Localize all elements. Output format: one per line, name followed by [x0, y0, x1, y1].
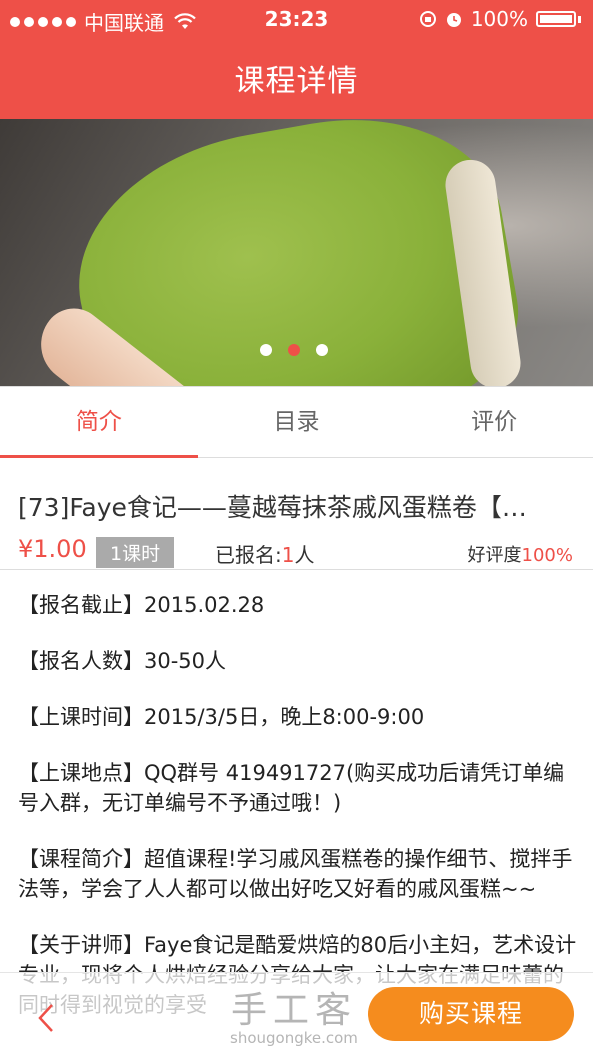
- status-right: 100%: [419, 7, 581, 31]
- bottom-bar: 手工客 shougongke.com 购买课程: [0, 972, 593, 1054]
- rotation-lock-icon: [419, 11, 436, 27]
- carousel-dot[interactable]: [316, 344, 328, 356]
- course-price: ¥1.00: [18, 535, 87, 563]
- buy-course-button[interactable]: 购买课程: [368, 987, 574, 1041]
- carousel-dot[interactable]: [260, 344, 272, 356]
- status-bar: 中国联通 23:23 100%: [0, 0, 593, 40]
- course-title: [73]Faye食记——蔓越莓抹茶戚风蛋糕卷【…: [18, 493, 527, 522]
- tab-0[interactable]: 简介: [0, 387, 198, 458]
- tab-1[interactable]: 目录: [198, 387, 396, 457]
- detail-item: 【上课时间】2015/3/5日，晚上8:00-9:00: [18, 705, 425, 729]
- detail-item: 【报名人数】30-50人: [18, 649, 227, 673]
- back-icon[interactable]: [36, 1003, 56, 1033]
- battery-icon: [536, 11, 576, 27]
- course-tabs: 简介 目录 评价: [0, 386, 593, 458]
- course-image-carousel[interactable]: [0, 119, 593, 386]
- enrolled-count: 已报名:1人: [215, 543, 315, 567]
- page-title: 课程详情: [234, 64, 359, 99]
- detail-item: 【课程简介】超值课程!学习戚风蛋糕卷的操作细节、搅拌手法等，学会了人人都可以做出…: [18, 847, 573, 901]
- battery-percent: 100%: [470, 7, 528, 31]
- carousel-pager[interactable]: [260, 344, 328, 356]
- course-info: [73]Faye食记——蔓越莓抹茶戚风蛋糕卷【… ¥1.00 1课时 已报名:1…: [0, 458, 593, 570]
- alarm-icon: [446, 13, 461, 27]
- battery-tip: [578, 15, 581, 23]
- watermark: 手工客 shougongke.com: [230, 990, 358, 1047]
- detail-item: 【上课地点】QQ群号 419491727(购买成功后请凭订单编号入群，无订单编号…: [18, 761, 565, 815]
- lesson-count-badge: 1课时: [96, 537, 175, 568]
- detail-item: 【报名截止】2015.02.28: [18, 593, 265, 617]
- carousel-dot[interactable]: [288, 344, 300, 356]
- tab-2[interactable]: 评价: [395, 387, 593, 457]
- top-bar: 中国联通 23:23 100% 课程详情: [0, 0, 593, 119]
- rating: 好评度100%: [467, 545, 573, 566]
